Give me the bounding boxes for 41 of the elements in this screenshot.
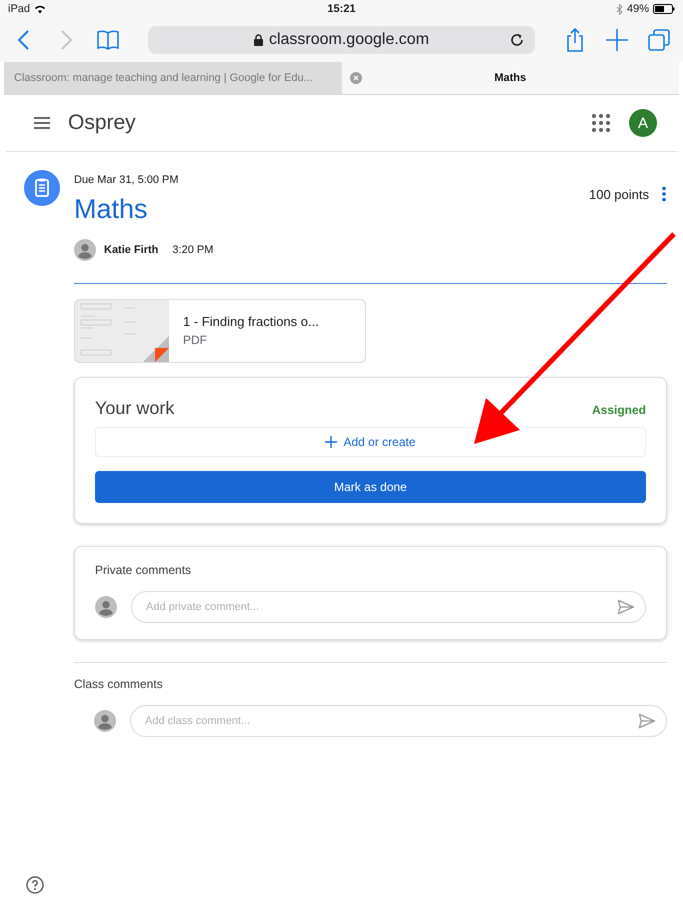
tabs-icon[interactable] (645, 26, 673, 54)
card-title: Your work (95, 398, 174, 419)
clock: 15:21 (327, 3, 356, 15)
section-title: Class comments (74, 677, 164, 691)
account-avatar[interactable]: A (629, 109, 657, 137)
help-icon[interactable] (26, 876, 44, 894)
send-icon[interactable] (616, 597, 636, 617)
points-label: 100 points (589, 186, 649, 202)
section-title: Private comments (95, 563, 192, 577)
battery-icon (652, 4, 675, 14)
battery-percent: 49% (626, 3, 649, 15)
lock-icon (254, 34, 263, 46)
author-name: Katie Firth (104, 244, 158, 256)
user-avatar (95, 596, 117, 618)
url-text: classroom.google.com (268, 31, 430, 49)
assignment-title: Maths (74, 194, 149, 225)
device-label: iPad (8, 3, 30, 15)
add-or-create-button[interactable]: Add or create (95, 427, 646, 457)
comment-field[interactable]: Add private comment... (131, 591, 646, 623)
attachment-card[interactable]: 1 - Finding fractions o... PDF (74, 299, 366, 363)
user-avatar (94, 710, 116, 732)
send-icon[interactable] (637, 711, 657, 731)
reload-icon[interactable] (509, 32, 525, 48)
post-time: 3:20 PM (172, 244, 214, 256)
comment-field[interactable]: Add class comment... (130, 705, 667, 737)
bluetooth-icon (616, 4, 623, 14)
address-bar[interactable]: classroom.google.com (148, 26, 535, 54)
assignment-icon (24, 170, 60, 206)
apps-grid-icon[interactable] (591, 113, 611, 133)
attachment-type: PDF (183, 333, 208, 347)
more-icon[interactable] (661, 186, 667, 202)
mark-as-done-button[interactable]: Mark as done (95, 471, 646, 503)
new-tab-icon[interactable] (603, 26, 631, 54)
status-label: Assigned (592, 403, 646, 417)
due-date: Due Mar 31, 5:00 PM (74, 174, 180, 186)
attachment-name: 1 - Finding fractions o... (183, 314, 319, 329)
close-icon[interactable] (350, 72, 362, 84)
plus-icon (325, 436, 338, 448)
author-avatar (74, 239, 96, 261)
wifi-icon (34, 4, 46, 14)
class-name[interactable]: Osprey (68, 111, 591, 135)
